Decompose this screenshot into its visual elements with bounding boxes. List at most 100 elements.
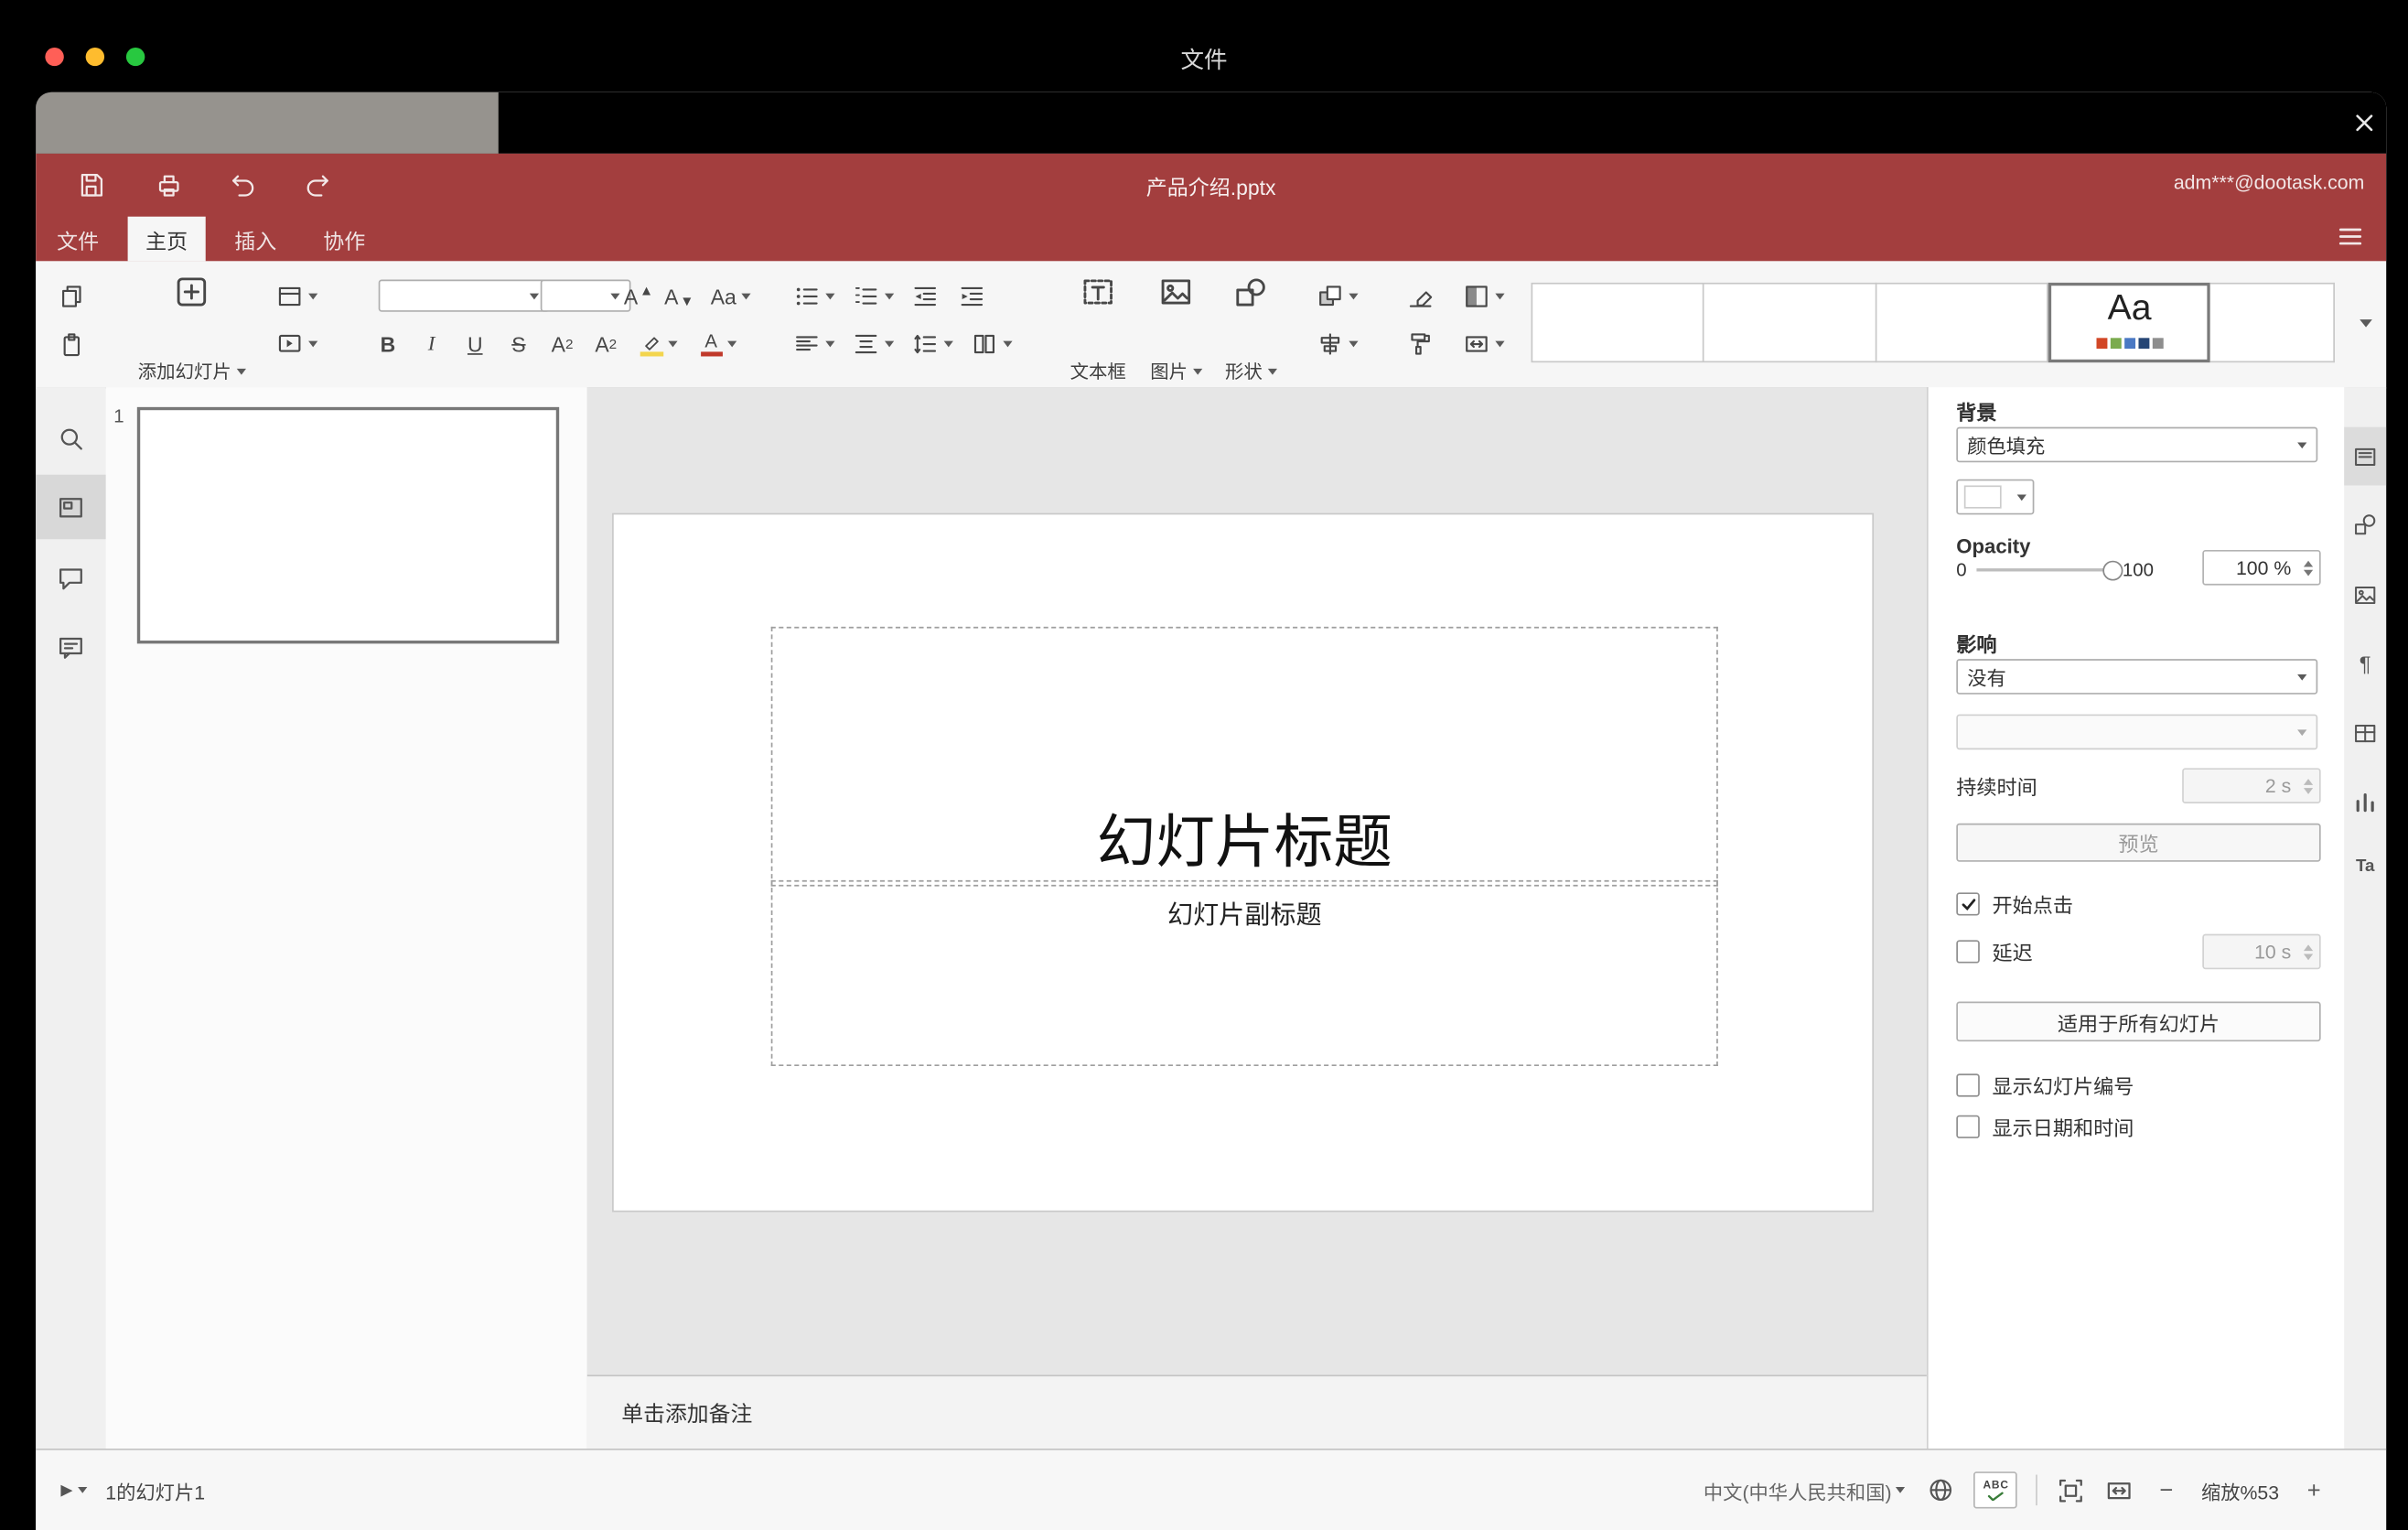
decrease-font-size-button[interactable]: A ▼ [659,278,699,315]
chevron-down-icon [1192,368,1202,374]
theme-thumbnail[interactable] [2210,282,2335,363]
table-settings-button[interactable] [2344,704,2386,762]
fit-slide-button[interactable] [2057,1475,2086,1504]
background-page-peek [36,92,499,154]
textbox-button[interactable]: 文本框 [1060,270,1135,387]
slides-panel-button[interactable] [36,474,106,540]
font-color-button[interactable]: A [692,326,745,362]
underline-button[interactable]: U [455,326,495,362]
shape-fill-button[interactable] [1457,278,1510,315]
preview-button[interactable]: 预览 [1956,823,2321,862]
tab-insert[interactable]: 插入 [217,217,295,262]
bold-button[interactable]: B [368,326,408,362]
opacity-slider[interactable] [1975,560,2123,581]
show-slide-number-checkbox[interactable] [1956,1073,1980,1097]
effect-select[interactable]: 没有 [1956,659,2318,695]
theme-gallery-expand-button[interactable] [2343,283,2383,362]
account-email[interactable]: adm***@dootask.com [2174,172,2364,194]
comments-button[interactable] [36,545,106,610]
tab-collaboration[interactable]: 协作 [306,217,383,262]
italic-button[interactable]: I [411,326,451,362]
add-slide-button[interactable]: 添加幻灯片 [126,270,257,387]
search-button[interactable] [36,405,106,470]
start-on-click-row: 开始点击 [1956,889,2073,919]
slide-size-button[interactable] [1457,326,1510,362]
spinner-arrows[interactable] [2303,552,2314,584]
start-on-click-checkbox[interactable] [1956,892,1980,916]
feedback-button[interactable] [36,614,106,679]
theme-thumbnail-selected[interactable]: Aa [2048,282,2211,363]
background-color-swatch-select[interactable] [1956,479,2035,515]
slide-settings-button[interactable] [2344,426,2387,486]
effect-variant-select[interactable] [1956,714,2318,750]
subscript-button[interactable]: A2 [586,326,626,362]
slide-subtitle-placeholder[interactable]: 幻灯片副标题 [770,879,1718,1067]
textart-settings-button[interactable]: Ta [2344,837,2386,896]
close-icon[interactable] [2344,102,2384,143]
strikethrough-button[interactable]: S [499,326,539,362]
horizontal-align-button[interactable] [787,326,840,362]
chevron-down-icon [884,293,894,300]
clear-style-button[interactable] [1401,278,1441,315]
color-swatch [1963,485,2002,509]
image-label: 图片 [1150,361,1188,382]
show-date-time-checkbox[interactable] [1956,1115,1980,1138]
slide-canvas[interactable]: 幻灯片标题 幻灯片副标题 [613,514,1873,1211]
font-size-select[interactable] [540,279,631,312]
zoom-out-button[interactable]: − [2159,1477,2173,1503]
shape-settings-button[interactable] [2344,495,2386,554]
insert-shape-button[interactable]: 形状 [1213,270,1288,387]
vertical-align-button[interactable] [845,326,898,362]
spinner-arrows[interactable] [2303,935,2314,967]
spell-check-button[interactable]: ABC [1973,1471,2018,1509]
start-slideshow-button[interactable] [270,326,323,362]
paste-button[interactable] [51,326,91,362]
highlight-color-button[interactable] [632,326,685,362]
theme-thumbnail[interactable] [1531,282,1705,363]
line-spacing-button[interactable] [905,326,958,362]
align-shapes-button[interactable] [1310,326,1363,362]
tab-home[interactable]: 主页 [127,216,206,262]
language-select[interactable]: 中文(中华人民共和国) [1704,1475,1906,1504]
font-color-swatch [700,351,723,357]
spinner-arrows[interactable] [2303,770,2314,802]
delay-checkbox[interactable] [1956,940,1980,964]
change-case-button[interactable]: Aa [703,278,758,315]
zoom-in-button[interactable]: + [2307,1477,2321,1503]
apply-to-all-slides-button[interactable]: 适用于所有幻灯片 [1956,1001,2321,1042]
numbered-list-button[interactable] [845,278,898,315]
slide-layout-button[interactable] [270,278,323,315]
increase-font-size-button[interactable]: A ▲ [618,278,659,315]
paragraph-settings-button[interactable]: ¶ [2344,634,2386,693]
background-fill-select[interactable]: 颜色填充 [1956,426,2318,463]
duration-field[interactable]: 2 s [2182,768,2321,803]
theme-thumbnail[interactable] [1704,282,1877,363]
tab-file[interactable]: 文件 [39,217,117,262]
columns-button[interactable] [964,326,1017,362]
theme-thumbnail[interactable] [1876,282,2049,363]
start-slideshow-status-button[interactable]: ▶ [60,1482,87,1499]
chart-settings-button[interactable] [2344,772,2386,831]
superscript-button[interactable]: A2 [542,326,582,362]
copy-style-button[interactable] [1401,326,1441,362]
insert-image-button[interactable]: 图片 [1138,270,1213,387]
font-name-select[interactable] [378,279,550,312]
bullet-list-button[interactable] [787,278,840,315]
set-language-globe-icon[interactable] [1928,1476,1956,1503]
image-settings-button[interactable] [2344,566,2386,624]
delay-field[interactable]: 10 s [2202,933,2321,970]
chevron-down-icon [1266,368,1277,374]
decrease-indent-button[interactable] [905,278,945,315]
menu-hamburger-icon[interactable] [2330,217,2370,257]
slide-thumbnail[interactable] [136,406,560,644]
status-bar: ▶ 1的幻灯片1 中文(中华人民共和国) ABC − 缩放%53 + [36,1449,2387,1530]
opacity-slider-knob[interactable] [2102,560,2123,581]
opacity-value-field[interactable]: 100 % [2202,549,2321,586]
notes-area[interactable]: 单击添加备注 [586,1374,1927,1450]
copy-button[interactable] [51,278,91,315]
increase-indent-button[interactable] [951,278,992,315]
slide-title-placeholder[interactable]: 幻灯片标题 [770,626,1718,887]
fit-width-button[interactable] [2105,1475,2134,1504]
notes-placeholder: 单击添加备注 [621,1400,753,1426]
arrange-shapes-button[interactable] [1310,278,1363,315]
